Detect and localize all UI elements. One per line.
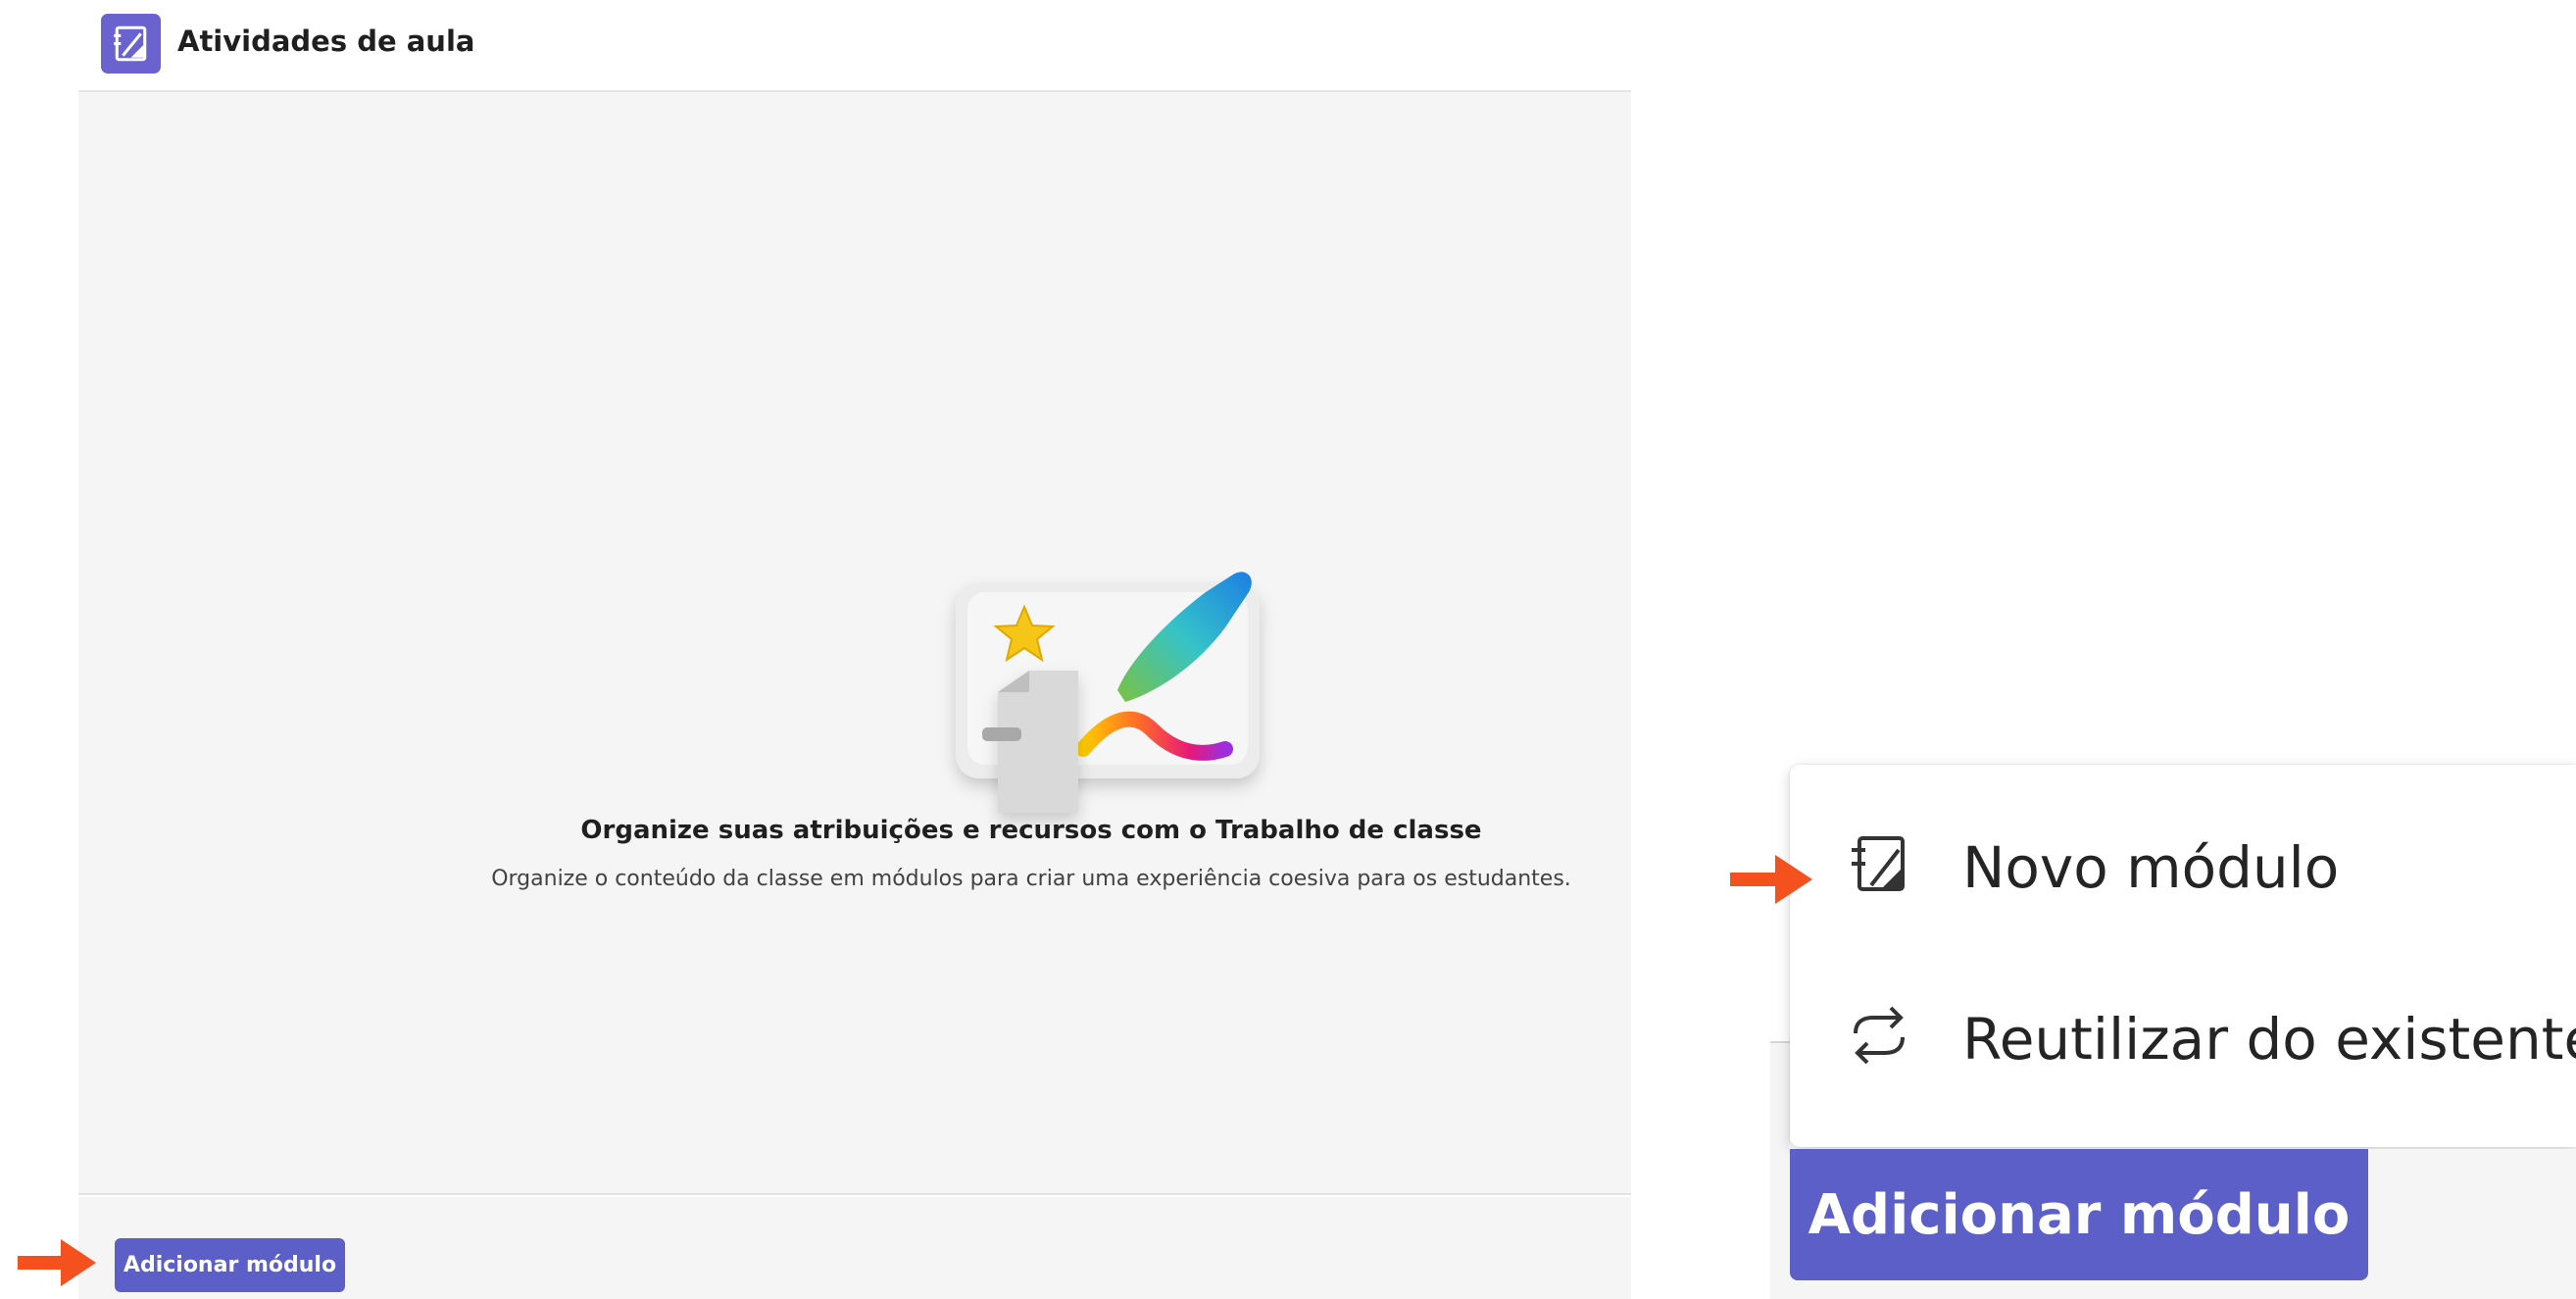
menu-item-label: Novo módulo: [1962, 834, 2340, 901]
new-module-icon: [1844, 828, 1914, 899]
add-module-menu: Novo módulo Reutilizar do existente: [1790, 765, 2576, 1147]
app-header: Atividades de aula: [78, 0, 1631, 92]
footer-bar: Adicionar módulo: [78, 1197, 1631, 1299]
empty-state-description: Organize o conteúdo da classe em módulos…: [491, 867, 1571, 891]
reuse-icon: [1844, 1000, 1914, 1071]
zoomed-footer-bar: Adicionar módulo: [1790, 1149, 2576, 1299]
add-module-button-zoomed[interactable]: Adicionar módulo: [1790, 1149, 2368, 1280]
pointer-arrow-icon: [18, 1235, 96, 1290]
menu-item-new-module[interactable]: Novo módulo: [1790, 789, 2576, 936]
menu-item-label: Reutilizar do existente: [1962, 1006, 2576, 1073]
classwork-icon: [101, 14, 161, 74]
zoom-divider: [1770, 1041, 1790, 1299]
zoomed-menu-view: Novo módulo Reutilizar do existente Adic…: [1770, 765, 2576, 1299]
page-title: Atividades de aula: [177, 25, 475, 58]
empty-state-area: Organize suas atribuições e recursos com…: [78, 92, 1631, 1195]
menu-item-reuse-existing[interactable]: Reutilizar do existente: [1790, 961, 2576, 1108]
pointer-arrow-icon: [1730, 851, 1812, 908]
empty-state-title: Organize suas atribuições e recursos com…: [580, 816, 1482, 845]
empty-state-illustration: [872, 435, 1362, 857]
add-module-button[interactable]: Adicionar módulo: [115, 1238, 345, 1292]
